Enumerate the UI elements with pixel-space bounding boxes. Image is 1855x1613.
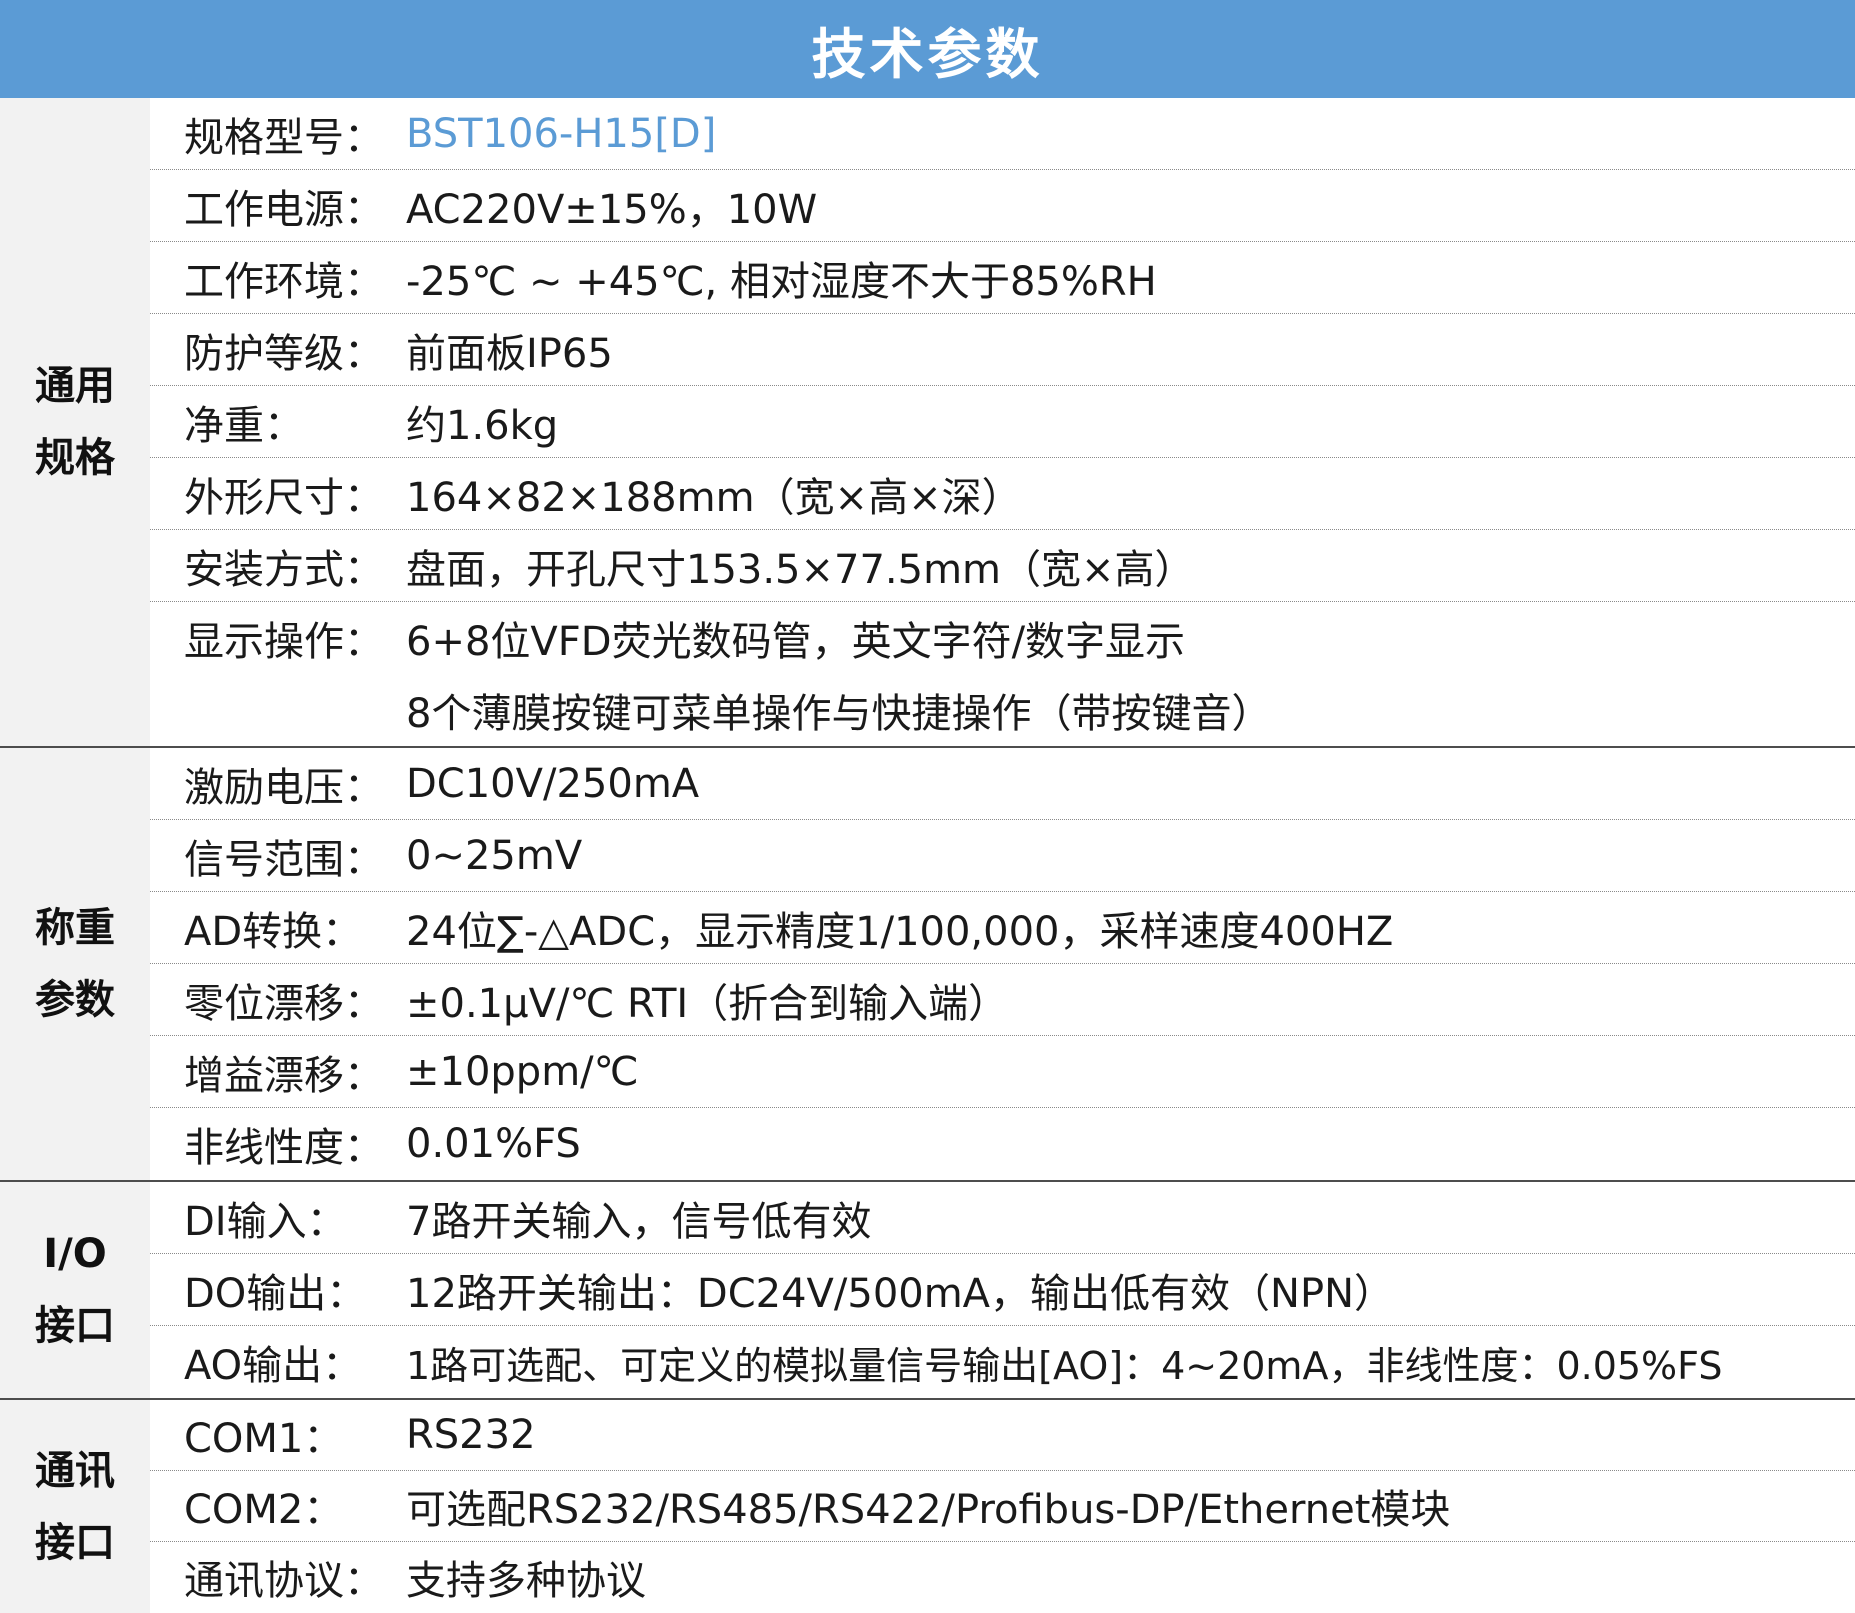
section-io-interface: I/O 接口 DI输入： 7路开关输入，信号低有效 DO输出： 12路开关输出：… xyxy=(0,1182,1855,1400)
spec-row-power: 工作电源： AC220V±15%，10W xyxy=(150,170,1855,242)
spec-key: 工作环境： xyxy=(184,258,384,305)
spec-value: RS232 xyxy=(406,1412,536,1458)
section-general-specs: 通用 规格 规格型号： BST106-H15[D] 工作电源： AC220V±1… xyxy=(0,98,1855,748)
spec-row-protocol: 通讯协议： 支持多种协议 xyxy=(150,1542,1855,1613)
spec-row-dimensions: 外形尺寸： 164×82×188mm（宽×高×深） xyxy=(150,458,1855,530)
section-label: 称重 参数 xyxy=(0,748,150,1180)
spec-row-com1: COM1： RS232 xyxy=(150,1400,1855,1471)
section-label-line1: I/O xyxy=(43,1231,107,1277)
spec-row-ad: AD转换： 24位∑-△ADC，显示精度1/100,000，采样速度400HZ xyxy=(150,892,1855,964)
spec-row-zero-drift: 零位漂移： ±0.1μV/℃ RTI（折合到输入端） xyxy=(150,964,1855,1036)
section-label: I/O 接口 xyxy=(0,1182,150,1398)
spec-key: 工作电源： xyxy=(184,186,384,233)
spec-value: 前面板IP65 xyxy=(406,330,613,377)
spec-value: 约1.6kg xyxy=(406,402,559,449)
spec-key: COM1： xyxy=(184,1416,344,1462)
spec-value: 盘面，开孔尺寸153.5×77.5mm（宽×高） xyxy=(406,546,1195,593)
spec-key: AD转换： xyxy=(184,908,363,955)
spec-row-do: DO输出： 12路开关输出：DC24V/500mA，输出低有效（NPN） xyxy=(150,1254,1855,1326)
spec-key: 非线性度： xyxy=(184,1125,384,1171)
spec-value: 24位∑-△ADC，显示精度1/100,000，采样速度400HZ xyxy=(406,908,1394,955)
section-label-line1: 通用 xyxy=(35,363,115,409)
spec-value: 164×82×188mm（宽×高×深） xyxy=(406,474,1022,521)
spec-rows: 激励电压： DC10V/250mA 信号范围： 0~25mV AD转换： 24位… xyxy=(150,748,1855,1180)
spec-value: -25℃ ~ +45℃, 相对湿度不大于85%RH xyxy=(406,258,1157,305)
section-label-line2: 参数 xyxy=(35,977,115,1023)
spec-key: 通讯协议： xyxy=(184,1558,384,1605)
spec-value: AC220V±15%，10W xyxy=(406,186,818,233)
spec-value: 0~25mV xyxy=(406,832,583,879)
spec-value: ±0.1μV/℃ RTI（折合到输入端） xyxy=(406,980,1009,1027)
spec-rows: 规格型号： BST106-H15[D] 工作电源： AC220V±15%，10W… xyxy=(150,98,1855,746)
spec-key: 零位漂移： xyxy=(184,980,384,1027)
section-label: 通用 规格 xyxy=(0,98,150,746)
spec-row-signal-range: 信号范围： 0~25mV xyxy=(150,820,1855,892)
spec-row-environment: 工作环境： -25℃ ~ +45℃, 相对湿度不大于85%RH xyxy=(150,242,1855,314)
spec-value: 1路可选配、可定义的模拟量信号输出[AO]：4~20mA，非线性度：0.05%F… xyxy=(406,1343,1723,1388)
section-label-line1: 称重 xyxy=(35,905,115,951)
spec-row-protection: 防护等级： 前面板IP65 xyxy=(150,314,1855,386)
spec-key: DO输出： xyxy=(184,1270,367,1317)
spec-row-ao: AO输出： 1路可选配、可定义的模拟量信号输出[AO]：4~20mA，非线性度：… xyxy=(150,1326,1855,1398)
spec-key: AO输出： xyxy=(184,1343,363,1389)
spec-value: 6+8位VFD荧光数码管，英文字符/数字显示 xyxy=(406,619,1186,665)
spec-row-nonlinearity: 非线性度： 0.01%FS xyxy=(150,1108,1855,1180)
spec-key: COM2： xyxy=(184,1487,344,1533)
spec-row-model: 规格型号： BST106-H15[D] xyxy=(150,98,1855,170)
spec-row-gain-drift: 增益漂移： ±10ppm/℃ xyxy=(150,1036,1855,1108)
spec-row-excitation: 激励电压： DC10V/250mA xyxy=(150,748,1855,820)
spec-key: 安装方式： xyxy=(184,546,384,593)
section-weighing-params: 称重 参数 激励电压： DC10V/250mA 信号范围： 0~25mV AD转… xyxy=(0,748,1855,1182)
spec-key: 增益漂移： xyxy=(184,1052,384,1099)
spec-value: 7路开关输入，信号低有效 xyxy=(406,1198,872,1245)
spec-value: DC10V/250mA xyxy=(406,760,700,807)
section-label-line2: 接口 xyxy=(35,1303,115,1349)
spec-value: ±10ppm/℃ xyxy=(406,1048,639,1095)
spec-rows: COM1： RS232 COM2： 可选配RS232/RS485/RS422/P… xyxy=(150,1400,1855,1613)
spec-row-display: 显示操作： 6+8位VFD荧光数码管，英文字符/数字显示 xyxy=(150,602,1855,674)
spec-key: 外形尺寸： xyxy=(184,474,384,521)
spec-key: 防护等级： xyxy=(184,330,384,377)
spec-key: 规格型号： xyxy=(184,114,384,161)
spec-row-di: DI输入： 7路开关输入，信号低有效 xyxy=(150,1182,1855,1254)
spec-value: 支持多种协议 xyxy=(406,1558,646,1605)
spec-key: 净重： xyxy=(184,402,304,449)
section-comm-interface: 通讯 接口 COM1： RS232 COM2： 可选配RS232/RS485/R… xyxy=(0,1400,1855,1613)
section-label: 通讯 接口 xyxy=(0,1400,150,1613)
spec-key: 激励电压： xyxy=(184,764,384,811)
section-label-line1: 通讯 xyxy=(35,1447,115,1494)
spec-key: 显示操作： xyxy=(184,619,384,665)
page-title: 技术参数 xyxy=(811,22,1044,86)
spec-value: 0.01%FS xyxy=(406,1121,581,1167)
spec-row-mounting: 安装方式： 盘面，开孔尺寸153.5×77.5mm（宽×高） xyxy=(150,530,1855,602)
spec-value: 8个薄膜按键可菜单操作与快捷操作（带按键音） xyxy=(406,691,1272,737)
spec-value: 12路开关输出：DC24V/500mA，输出低有效（NPN） xyxy=(406,1270,1395,1317)
spec-key: 信号范围： xyxy=(184,836,384,883)
section-label-line2: 规格 xyxy=(35,435,115,481)
spec-rows: DI输入： 7路开关输入，信号低有效 DO输出： 12路开关输出：DC24V/5… xyxy=(150,1182,1855,1398)
page-header: 技术参数 xyxy=(0,0,1855,98)
spec-row-weight: 净重： 约1.6kg xyxy=(150,386,1855,458)
spec-row-com2: COM2： 可选配RS232/RS485/RS422/Profibus-DP/E… xyxy=(150,1471,1855,1542)
section-label-line2: 接口 xyxy=(35,1519,115,1566)
spec-row-display-cont: 8个薄膜按键可菜单操作与快捷操作（带按键音） xyxy=(150,674,1855,746)
spec-value-model: BST106-H15[D] xyxy=(406,110,717,157)
spec-value: 可选配RS232/RS485/RS422/Profibus-DP/Etherne… xyxy=(406,1487,1451,1533)
spec-key: DI输入： xyxy=(184,1198,347,1245)
